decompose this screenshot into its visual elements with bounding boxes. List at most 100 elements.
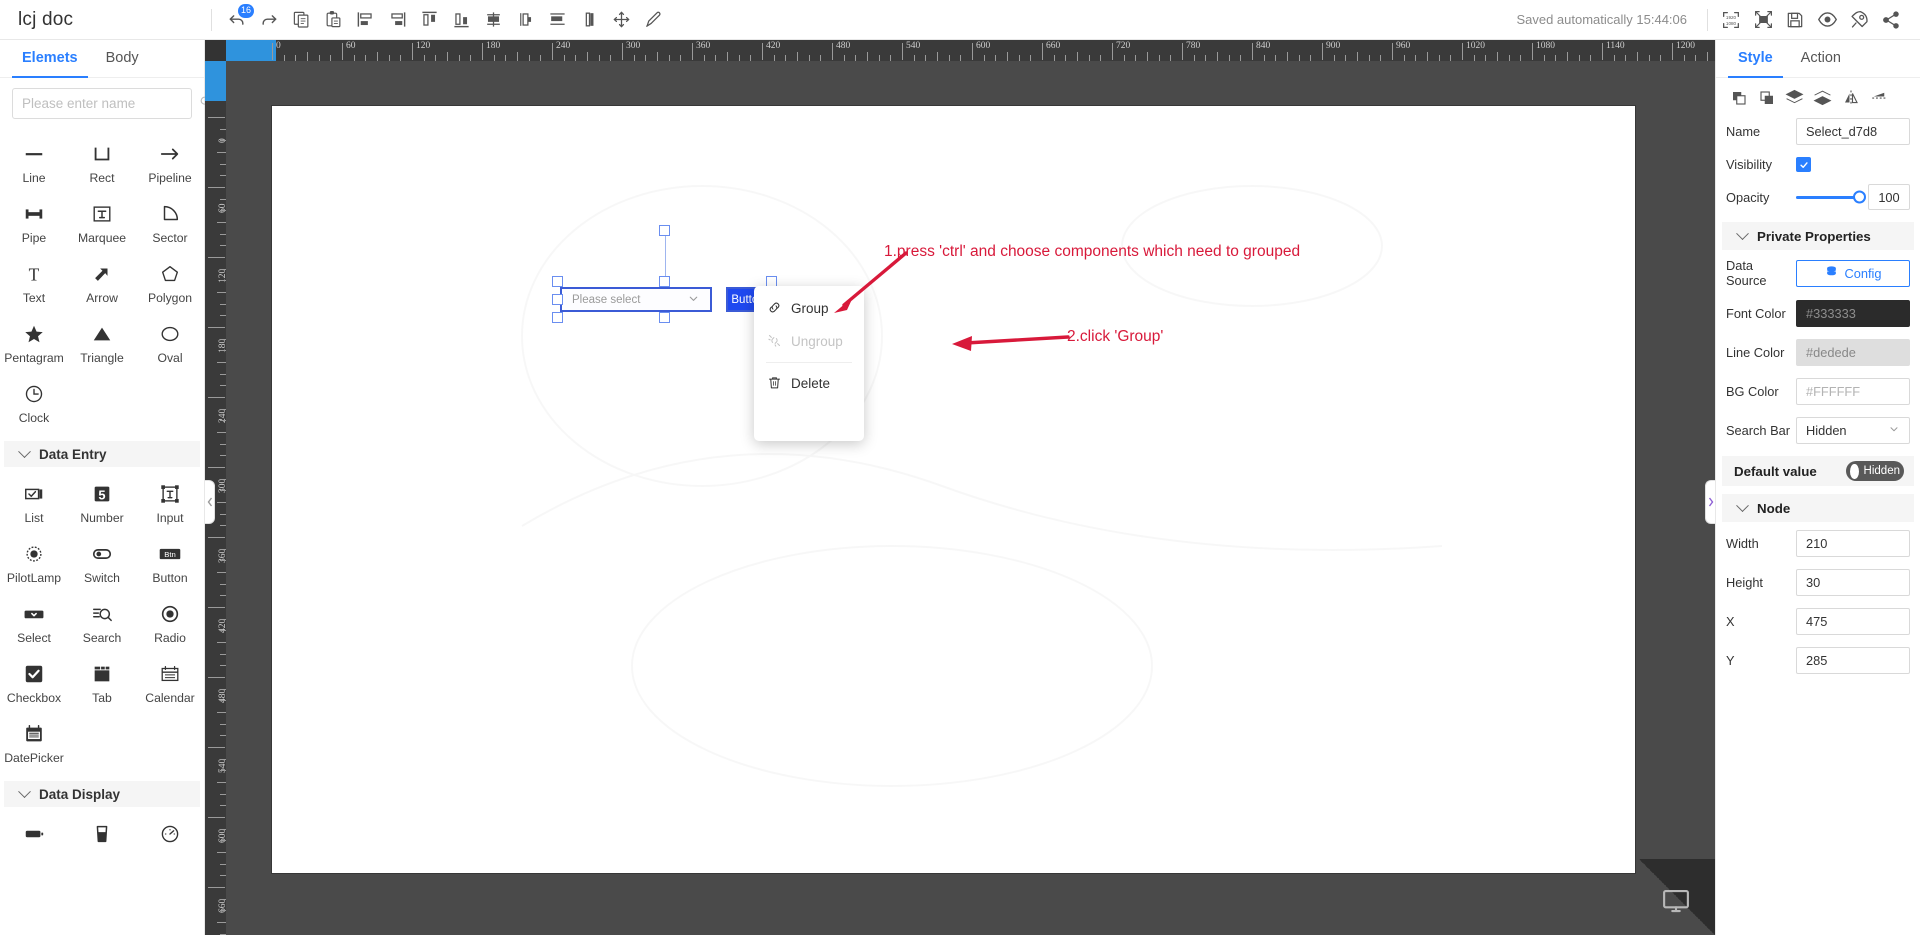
- palette-item-label: Rect: [89, 171, 115, 185]
- resize-handle-sw[interactable]: [552, 312, 563, 323]
- send-backward-icon[interactable]: [1812, 87, 1833, 108]
- tab-style[interactable]: Style: [1724, 40, 1787, 78]
- search-input[interactable]: [22, 96, 199, 111]
- ruler-minor-tick: [960, 55, 962, 61]
- align-center-vertical-icon[interactable]: [478, 5, 508, 35]
- palette-item-oval[interactable]: Oval: [136, 315, 204, 375]
- tab-elemets[interactable]: Elemets: [8, 40, 92, 78]
- palette-item-rect[interactable]: Rect: [68, 135, 136, 195]
- default-value-toggle[interactable]: Hidden: [1846, 461, 1904, 481]
- selected-components-group[interactable]: Please select Button: [552, 225, 777, 323]
- preview-icon[interactable]: [1812, 5, 1842, 35]
- resolution-icon[interactable]: 1920 1080: [1716, 5, 1746, 35]
- save-icon[interactable]: [1780, 5, 1810, 35]
- section-header-node[interactable]: Node: [1722, 494, 1914, 522]
- right-panel-collapse-handle[interactable]: [1705, 480, 1715, 524]
- context-menu-item-ungroup[interactable]: Ungroup: [754, 325, 864, 358]
- palette-item-tab[interactable]: Tab: [68, 655, 136, 715]
- palette-item-pentagram[interactable]: Pentagram: [0, 315, 68, 375]
- align-right-icon[interactable]: [382, 5, 412, 35]
- copy-icon[interactable]: [286, 5, 316, 35]
- palette-item-clock[interactable]: Clock: [0, 375, 68, 435]
- visibility-checkbox[interactable]: [1796, 157, 1811, 172]
- send-to-back-icon[interactable]: [1756, 87, 1777, 108]
- opacity-slider[interactable]: [1796, 190, 1866, 204]
- resize-handle-n[interactable]: [659, 276, 670, 287]
- canvas-viewport[interactable]: Please select Button Group Ungroup Delet…: [226, 61, 1715, 935]
- palette-group-header-data-display[interactable]: Data Display: [4, 781, 200, 807]
- bg-color-field[interactable]: #FFFFFF: [1796, 378, 1910, 405]
- height-field[interactable]: 30: [1796, 569, 1910, 596]
- component-search-box[interactable]: [12, 88, 211, 119]
- design-stage[interactable]: Please select Button Group Ungroup Delet…: [272, 106, 1635, 873]
- align-top-icon[interactable]: [414, 5, 444, 35]
- palette-group-header-data-entry[interactable]: Data Entry: [4, 441, 200, 467]
- bring-to-front-icon[interactable]: [1728, 87, 1749, 108]
- palette-item-battery[interactable]: [0, 815, 68, 861]
- y-field[interactable]: 285: [1796, 647, 1910, 674]
- search-bar-select[interactable]: Hidden: [1796, 417, 1910, 444]
- palette-item-number[interactable]: 5 Number: [68, 475, 136, 535]
- redo-icon[interactable]: [254, 5, 284, 35]
- palette-item-button[interactable]: Btn Button: [136, 535, 204, 595]
- align-left-icon[interactable]: [350, 5, 380, 35]
- ruler-minor-tick: [458, 55, 460, 61]
- opacity-value[interactable]: 100: [1868, 184, 1910, 210]
- resize-handle-nw[interactable]: [552, 276, 563, 287]
- canvas-select-component[interactable]: Please select: [560, 287, 712, 312]
- line-color-field[interactable]: #dedede: [1796, 339, 1910, 366]
- palette-item-switch[interactable]: Switch: [68, 535, 136, 595]
- font-color-field[interactable]: #333333: [1796, 300, 1910, 327]
- align-center-horizontal-icon[interactable]: [510, 5, 540, 35]
- resize-handle-w[interactable]: [552, 294, 563, 305]
- publish-icon[interactable]: [1844, 5, 1874, 35]
- distribute-horizontal-icon[interactable]: [542, 5, 572, 35]
- palette-item-list[interactable]: List: [0, 475, 68, 535]
- undo-icon[interactable]: 16: [222, 3, 254, 35]
- bring-forward-icon[interactable]: [1784, 87, 1805, 108]
- palette-item-pipe[interactable]: Pipe: [0, 195, 68, 255]
- flip-horizontal-icon[interactable]: [1840, 87, 1861, 108]
- palette-item-pilotlamp[interactable]: PilotLamp: [0, 535, 68, 595]
- tab-action[interactable]: Action: [1787, 40, 1855, 77]
- palette-item-gauge[interactable]: [136, 815, 204, 861]
- section-header-private-properties[interactable]: Private Properties: [1722, 222, 1914, 250]
- fit-screen-icon[interactable]: [1748, 5, 1778, 35]
- name-field[interactable]: Select_d7d8: [1796, 118, 1910, 145]
- palette-item-calendar[interactable]: Calendar: [136, 655, 204, 715]
- distribute-vertical-icon[interactable]: [574, 5, 604, 35]
- resize-handle-s[interactable]: [659, 312, 670, 323]
- palette-item-input[interactable]: Input: [136, 475, 204, 535]
- palette-item-polygon[interactable]: Polygon: [136, 255, 204, 315]
- palette-item-triangle[interactable]: Triangle: [68, 315, 136, 375]
- tab-body[interactable]: Body: [92, 40, 153, 77]
- share-icon[interactable]: [1876, 5, 1906, 35]
- move-icon[interactable]: [606, 5, 636, 35]
- palette-item-tank[interactable]: [68, 815, 136, 861]
- flip-vertical-icon[interactable]: [1868, 87, 1889, 108]
- rotate-handle[interactable]: [659, 225, 670, 236]
- palette-item-search[interactable]: Search: [68, 595, 136, 655]
- palette-item-sector[interactable]: Sector: [136, 195, 204, 255]
- horizontal-ruler[interactable]: 0 60 120 180 240 300 360 420 480 540 600 660 720 780 8…: [205, 40, 1715, 61]
- palette-item-select[interactable]: Select: [0, 595, 68, 655]
- left-panel-collapse-handle[interactable]: [205, 480, 215, 524]
- palette-item-pipeline[interactable]: Pipeline: [136, 135, 204, 195]
- monitor-icon[interactable]: [1661, 886, 1691, 921]
- opacity-slider-knob[interactable]: [1853, 190, 1866, 204]
- paste-icon[interactable]: [318, 5, 348, 35]
- palette-item-text[interactable]: T Text: [0, 255, 68, 315]
- data-source-config-button[interactable]: Config: [1796, 259, 1910, 287]
- x-field[interactable]: 475: [1796, 608, 1910, 635]
- palette-item-checkbox[interactable]: Checkbox: [0, 655, 68, 715]
- palette-item-line[interactable]: Line: [0, 135, 68, 195]
- palette-item-radio[interactable]: Radio: [136, 595, 204, 655]
- pen-icon[interactable]: [638, 5, 668, 35]
- palette-item-marquee[interactable]: Marquee: [68, 195, 136, 255]
- width-field[interactable]: 210: [1796, 530, 1910, 557]
- ruler-minor-tick: [365, 55, 367, 61]
- context-menu-item-delete[interactable]: Delete: [754, 367, 864, 400]
- palette-item-arrow[interactable]: Arrow: [68, 255, 136, 315]
- palette-item-datepicker[interactable]: DatePicker: [0, 715, 68, 775]
- align-bottom-icon[interactable]: [446, 5, 476, 35]
